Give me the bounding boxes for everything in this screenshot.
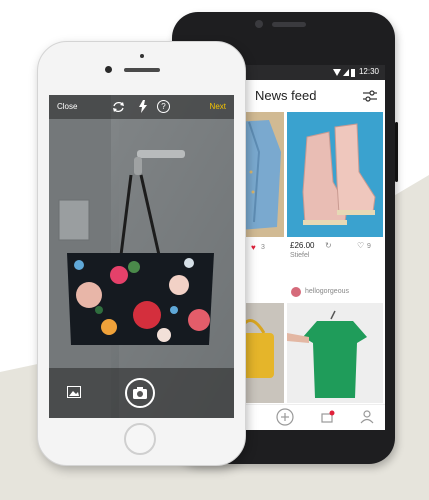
refresh-icon[interactable]: ↻ xyxy=(325,241,332,250)
help-icon[interactable]: ? xyxy=(157,100,170,113)
android-speaker xyxy=(272,22,306,27)
rotate-camera-icon[interactable] xyxy=(112,100,125,113)
camera-top-bar: Close ? Next xyxy=(49,95,234,119)
page-title: News feed xyxy=(255,88,317,103)
plus-icon[interactable] xyxy=(276,408,294,426)
item-price: £26.00 xyxy=(290,241,315,250)
feed-item-pink-boots[interactable] xyxy=(287,112,383,237)
status-icons xyxy=(333,69,355,77)
iphone-sensor xyxy=(140,54,144,58)
shutter-button[interactable] xyxy=(125,378,155,408)
next-button[interactable]: Next xyxy=(210,102,226,111)
iphone-earpiece xyxy=(124,68,160,72)
filter-icon[interactable] xyxy=(363,90,377,102)
news-feed-screen: 12:30 News feed ♥ 3 £26.00 ↻ ♡ 9 Stiefel… xyxy=(229,65,385,430)
camera-screen: Close ? Next xyxy=(49,95,234,418)
green-dress-image xyxy=(287,310,367,398)
camera-icon xyxy=(133,387,147,399)
feed-header: News feed xyxy=(229,80,385,112)
bottom-nav xyxy=(229,404,385,430)
like-heart-icon[interactable]: ♥ xyxy=(251,243,256,252)
status-time: 12:30 xyxy=(358,67,379,76)
like-count: 3 xyxy=(261,244,265,251)
home-button[interactable] xyxy=(124,423,156,455)
close-button[interactable]: Close xyxy=(57,102,77,111)
status-bar: 12:30 xyxy=(229,65,385,80)
android-power-button xyxy=(395,122,398,182)
feed-item-green-dress[interactable] xyxy=(287,303,383,403)
flash-icon[interactable] xyxy=(138,100,148,113)
pink-boots-image xyxy=(287,112,383,237)
iphone: Close ? Next xyxy=(37,41,246,466)
like-outline-icon[interactable]: ♡ xyxy=(357,241,364,250)
android-front-camera xyxy=(255,20,263,28)
iphone-front-camera xyxy=(105,66,112,73)
seller-avatar[interactable] xyxy=(291,287,301,297)
profile-icon[interactable] xyxy=(360,409,374,425)
gallery-icon[interactable] xyxy=(67,386,81,398)
like-count-2: 9 xyxy=(367,243,371,250)
camera-bottom-bar xyxy=(49,368,234,418)
item-brand: Stiefel xyxy=(290,252,310,259)
seller-name[interactable]: hellogorgeous xyxy=(305,288,349,295)
inbox-icon[interactable] xyxy=(321,410,335,424)
